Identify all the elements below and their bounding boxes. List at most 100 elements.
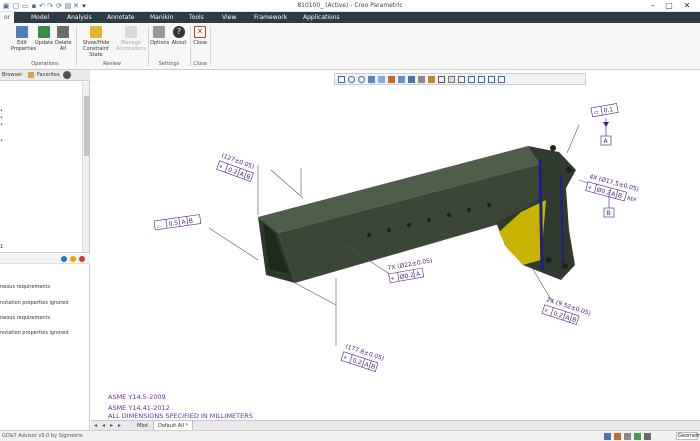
status-bar: GD&T Advisor v5.0 by Sigmetrix Geometry: [0, 430, 700, 441]
update-icon: [38, 26, 50, 38]
close-icon: ✕: [194, 26, 206, 38]
tab-applications[interactable]: Applications: [303, 12, 340, 23]
tab-analysis[interactable]: Analysis: [67, 12, 92, 23]
about-button[interactable]: ? About: [170, 26, 188, 46]
last-sheet-icon[interactable]: ▸: [118, 422, 121, 429]
maximize-button[interactable]: ▢: [662, 1, 676, 11]
annotation-hole-pattern-right[interactable]: 4X (Ø17.5±0.05) ⌖ Ø0.2 A B REF: [585, 173, 641, 204]
general-note[interactable]: ASME Y14.5-2009: [108, 393, 166, 401]
left-panel: Browser Favorites • • • • 1 neous requir…: [0, 70, 90, 430]
tab-annotate[interactable]: Annotate: [107, 12, 134, 23]
delete-all-button[interactable]: Delete All: [55, 26, 71, 52]
window-title: 810100_ (Active) - Creo Parametric: [297, 2, 403, 9]
edit-properties-icon: [16, 26, 28, 38]
general-note[interactable]: ALL DIMENSIONS SPECIFIED IN MILLIMETERS: [108, 412, 253, 420]
tree-item-marker[interactable]: •: [0, 108, 3, 114]
error-icon[interactable]: [79, 256, 85, 262]
datum-feature-a[interactable]: A: [600, 118, 612, 146]
message-item[interactable]: neous requirements: [0, 284, 50, 290]
tree-item-marker[interactable]: •: [0, 115, 3, 121]
status-text: GD&T Advisor v5.0 by Sigmetrix: [2, 433, 83, 439]
info-icon[interactable]: [61, 256, 67, 262]
group-divider: [76, 26, 77, 66]
edit-properties-button[interactable]: Edit Properties: [11, 26, 36, 52]
hole: [407, 223, 411, 227]
svg-text:B: B: [607, 210, 611, 217]
edge-highlight: [538, 159, 544, 271]
tab-tools[interactable]: Tools: [189, 12, 204, 23]
tree-scrollbar[interactable]: [82, 82, 89, 252]
drawing-canvas[interactable]: (127±0.05) ⌖ 0.2 A B ⌓ 0.5 A B ⏥ 0.1 A 4…: [91, 70, 700, 420]
group-label-settings: Settings: [158, 61, 180, 67]
tree-item-marker[interactable]: •: [0, 122, 3, 128]
settings-icon[interactable]: [63, 71, 71, 79]
tab-manikin[interactable]: Manikin: [150, 12, 173, 23]
group-label-review: Review: [103, 61, 121, 67]
hole: [447, 213, 451, 217]
first-sheet-icon[interactable]: ◂: [94, 422, 97, 429]
group-divider: [190, 26, 191, 66]
minimize-button[interactable]: –: [646, 1, 660, 11]
tray-icon[interactable]: [624, 433, 631, 440]
hole: [562, 263, 568, 269]
svg-text:0.5: 0.5: [168, 220, 179, 228]
tab-active-app[interactable]: or: [0, 12, 15, 23]
scrollbar-thumb[interactable]: [84, 96, 89, 156]
manage-annotations-icon: [125, 26, 137, 38]
options-button[interactable]: Options: [150, 26, 169, 46]
hole: [487, 203, 491, 207]
delete-all-icon: [57, 26, 69, 38]
selection-filter[interactable]: Geometry: [676, 432, 700, 440]
next-sheet-icon[interactable]: ▸: [110, 422, 113, 429]
tab-view[interactable]: View: [222, 12, 236, 23]
tray-icon[interactable]: [634, 433, 641, 440]
constraint-state-icon: [90, 26, 102, 38]
ribbon: Edit Properties Update Delete All Operat…: [0, 23, 700, 70]
hole: [566, 167, 572, 173]
hole: [550, 145, 556, 151]
group-label-operations: Operations: [31, 61, 59, 67]
svg-text:REF: REF: [626, 196, 637, 204]
tray-icon[interactable]: [614, 433, 621, 440]
tab-favorites[interactable]: Favorites: [37, 72, 60, 78]
help-icon: ?: [173, 26, 185, 38]
close-button[interactable]: ✕: [680, 1, 694, 11]
panel-tabs: Browser Favorites: [0, 70, 90, 81]
group-label-close: Close: [193, 61, 207, 67]
tray-icon[interactable]: [644, 433, 651, 440]
hole: [546, 257, 552, 263]
message-filter-bar: [0, 254, 90, 264]
group-divider: [210, 26, 211, 66]
favorites-icon: [28, 72, 34, 78]
model-tree: • • • •: [0, 88, 82, 248]
hole: [367, 233, 371, 237]
show-hide-constraint-state-button[interactable]: Show/Hide Constraint State: [78, 26, 114, 58]
options-icon: [153, 26, 165, 38]
message-item[interactable]: notation properties ignored: [0, 300, 69, 306]
graphics-window[interactable]: (127±0.05) ⌖ 0.2 A B ⌓ 0.5 A B ⏥ 0.1 A 4…: [91, 70, 700, 420]
annotation-bottom-left[interactable]: (177.8±0.05) ⌖ 0.2 A B: [340, 343, 385, 373]
warning-icon[interactable]: [70, 256, 76, 262]
update-button[interactable]: Update: [35, 26, 53, 46]
tab-framework[interactable]: Framework: [254, 12, 287, 23]
tab-model[interactable]: Model: [31, 12, 49, 23]
close-ribbon-button[interactable]: ✕ Close: [192, 26, 208, 46]
sheet-tab-bar: ◂ ◂ ▸ ▸ Mbd Default All *: [91, 420, 700, 431]
manage-annotations-button[interactable]: Manage Annotations: [115, 26, 147, 52]
message-item[interactable]: notation properties ignored: [0, 330, 69, 336]
annotation-bottom-right[interactable]: 2X (9.52±0.05) ⌖ 0.2 A B: [541, 296, 592, 327]
annotation-top-left[interactable]: (127±0.05) ⌖ 0.2 A B: [216, 152, 257, 182]
general-note[interactable]: ASME Y14.41-2012: [108, 404, 170, 412]
prev-sheet-icon[interactable]: ◂: [102, 422, 105, 429]
annotation-flatness[interactable]: ⏥ 0.1: [590, 103, 619, 118]
annotation-profile[interactable]: ⌓ 0.5 A B: [153, 214, 202, 231]
message-item[interactable]: neous requirements: [0, 315, 50, 321]
tray-icon[interactable]: [604, 433, 611, 440]
annotation-mid-holes[interactable]: 7X (Ø22±0.05) ⌖ Ø0.2 A: [387, 257, 435, 284]
group-divider: [148, 26, 149, 66]
tab-browser[interactable]: Browser: [2, 72, 22, 78]
hole: [387, 228, 391, 232]
title-bar: ▣ ▢ ▭ ▪ ↶ ↷ ⟳ ▤ ✕ ▾ 810100_ (Active) - C…: [0, 0, 700, 12]
datum-feature-b[interactable]: B: [603, 196, 615, 218]
tree-item-marker[interactable]: •: [0, 138, 3, 144]
